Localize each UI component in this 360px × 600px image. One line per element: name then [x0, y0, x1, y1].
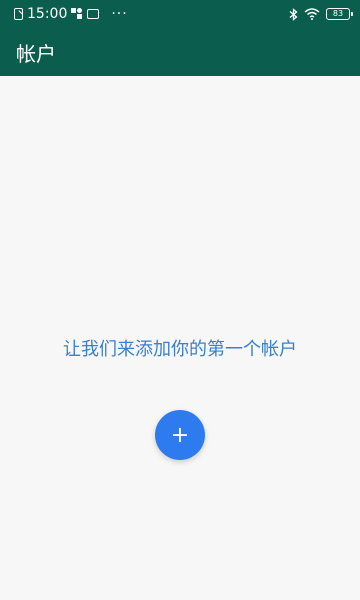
cast-icon	[87, 9, 100, 19]
battery-icon: 83	[326, 8, 353, 20]
notification-icon	[71, 8, 83, 20]
app-bar: 帐户	[0, 28, 360, 76]
plus-icon: +	[170, 422, 190, 448]
status-left: 15:00 ···	[14, 6, 128, 22]
sim-card-icon	[14, 8, 23, 20]
page-title: 帐户	[16, 41, 56, 66]
status-bar: 15:00 ··· 83	[0, 0, 360, 28]
wifi-icon	[304, 8, 320, 20]
more-notifications-icon: ···	[111, 6, 128, 22]
status-right: 83	[289, 7, 353, 21]
empty-state-message: 让我们来添加你的第一个帐户	[63, 339, 297, 360]
add-account-button[interactable]: +	[155, 410, 205, 460]
bluetooth-icon	[289, 7, 298, 21]
status-time: 15:00	[27, 6, 68, 22]
